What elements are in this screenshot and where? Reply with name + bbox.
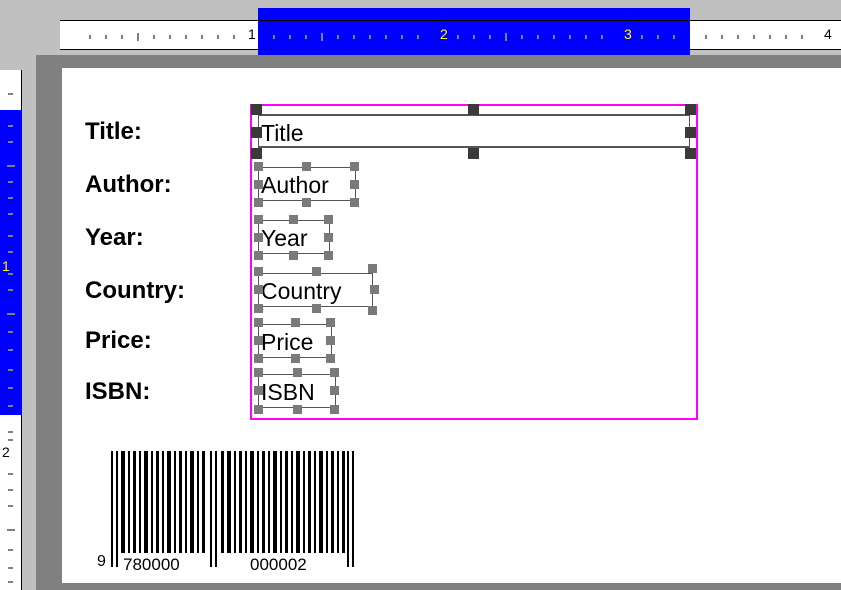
vertical-ruler-number-1: 1 <box>2 258 10 274</box>
label-title: Title: <box>85 118 142 145</box>
horizontal-ruler[interactable]: 1 2 3 4 <box>60 20 841 50</box>
resize-handle[interactable] <box>293 405 302 414</box>
ruler-number-3: 3 <box>624 26 632 42</box>
resize-handle[interactable] <box>289 251 298 260</box>
field-price[interactable]: Price <box>258 324 332 358</box>
resize-handle[interactable] <box>254 318 263 327</box>
resize-handle[interactable] <box>685 148 696 159</box>
resize-handle[interactable] <box>685 127 696 138</box>
resize-handle[interactable] <box>330 368 339 377</box>
resize-handle[interactable] <box>312 304 321 313</box>
resize-handle[interactable] <box>685 104 696 115</box>
ruler-ticks <box>89 21 803 49</box>
field-title[interactable]: Title <box>258 114 690 148</box>
resize-handle[interactable] <box>302 198 311 207</box>
resize-handle[interactable] <box>254 336 263 345</box>
field-year[interactable]: Year <box>258 220 330 254</box>
resize-handle[interactable] <box>368 306 377 315</box>
resize-handle[interactable] <box>312 267 321 276</box>
resize-handle[interactable] <box>251 148 262 159</box>
resize-handle[interactable] <box>251 127 262 138</box>
resize-handle[interactable] <box>368 264 377 273</box>
resize-handle[interactable] <box>254 285 263 294</box>
vertical-ruler-number-2: 2 <box>2 444 10 460</box>
resize-handle[interactable] <box>350 162 359 171</box>
resize-handle[interactable] <box>468 104 479 115</box>
resize-handle[interactable] <box>254 233 263 242</box>
barcode-digits-right: 000002 <box>250 555 307 575</box>
resize-handle[interactable] <box>293 368 302 377</box>
ruler-number-4: 4 <box>824 26 832 42</box>
vertical-ruler-ticks <box>7 93 15 583</box>
resize-handle[interactable] <box>254 354 263 363</box>
ruler-number-1: 1 <box>248 26 256 42</box>
label-price: Price: <box>85 327 152 354</box>
resize-handle[interactable] <box>254 405 263 414</box>
resize-handle[interactable] <box>291 318 300 327</box>
resize-handle[interactable] <box>302 162 311 171</box>
resize-handle[interactable] <box>326 354 335 363</box>
resize-handle[interactable] <box>324 251 333 260</box>
resize-handle[interactable] <box>330 386 339 395</box>
barcode-digits-left: 780000 <box>123 555 180 575</box>
label-country: Country: <box>85 277 185 304</box>
label-isbn: ISBN: <box>85 378 151 405</box>
resize-handle[interactable] <box>254 198 263 207</box>
resize-handle[interactable] <box>289 215 298 224</box>
field-country[interactable]: Country <box>258 273 373 307</box>
resize-handle[interactable] <box>254 368 263 377</box>
vertical-ruler[interactable]: 1 2 <box>0 70 22 590</box>
resize-handle[interactable] <box>254 162 263 171</box>
resize-handle[interactable] <box>330 405 339 414</box>
resize-handle[interactable] <box>370 285 379 294</box>
resize-handle[interactable] <box>251 104 262 115</box>
field-author[interactable]: Author <box>258 167 356 201</box>
resize-handle[interactable] <box>324 233 333 242</box>
barcode-digit-first: 9 <box>97 553 106 570</box>
label-year: Year: <box>85 224 144 251</box>
resize-handle[interactable] <box>254 267 263 276</box>
resize-handle[interactable] <box>254 180 263 189</box>
resize-handle[interactable] <box>326 336 335 345</box>
resize-handle[interactable] <box>254 251 263 260</box>
field-isbn[interactable]: ISBN <box>258 374 336 408</box>
resize-handle[interactable] <box>326 318 335 327</box>
resize-handle[interactable] <box>324 215 333 224</box>
ruler-number-2: 2 <box>440 26 448 42</box>
resize-handle[interactable] <box>254 304 263 313</box>
resize-handle[interactable] <box>254 215 263 224</box>
barcode[interactable]: 9 780000 000002 <box>95 445 365 575</box>
resize-handle[interactable] <box>254 386 263 395</box>
resize-handle[interactable] <box>350 180 359 189</box>
ruler-top-strip <box>60 0 841 8</box>
resize-handle[interactable] <box>468 148 479 159</box>
label-author: Author: <box>85 171 172 198</box>
resize-handle[interactable] <box>350 198 359 207</box>
resize-handle[interactable] <box>291 354 300 363</box>
